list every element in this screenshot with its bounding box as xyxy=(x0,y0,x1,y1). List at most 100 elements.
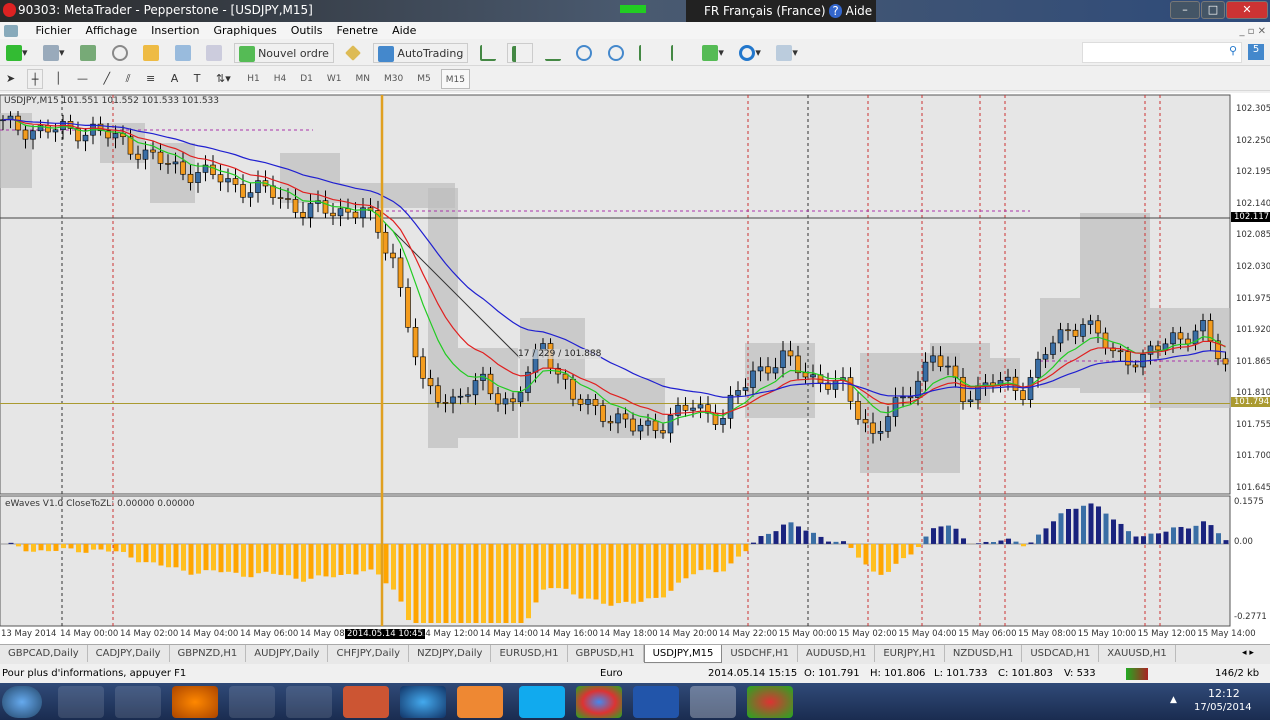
chart-tab-active[interactable]: USDJPY,M15 xyxy=(643,645,723,663)
label-button[interactable]: T xyxy=(190,69,205,89)
taskbar-player[interactable] xyxy=(457,686,503,718)
taskbar-media[interactable] xyxy=(286,686,332,718)
taskbar-app[interactable] xyxy=(115,686,161,718)
timeframe-d1[interactable]: D1 xyxy=(296,69,317,89)
taskbar-powerpoint[interactable] xyxy=(343,686,389,718)
menu-fichier[interactable]: Fichier xyxy=(36,24,72,37)
status-volume: V: 533 xyxy=(1064,668,1096,679)
chart-tab[interactable]: NZDUSD,H1 xyxy=(945,645,1023,662)
indicator-bar xyxy=(1073,508,1079,544)
chart-tab[interactable]: AUDUSD,H1 xyxy=(798,645,876,662)
taskbar-ie[interactable] xyxy=(400,686,446,718)
indicator-bar xyxy=(421,543,426,623)
taskbar-firefox[interactable] xyxy=(172,686,218,718)
new-order-button[interactable]: Nouvel ordre xyxy=(233,43,334,63)
chart-window[interactable]: USDJPY,M15 101.551 101.552 101.533 101.5… xyxy=(0,93,1270,644)
taskbar-metatrader[interactable] xyxy=(690,686,736,718)
candle-chart-button[interactable] xyxy=(507,43,534,63)
indicator-bar xyxy=(353,543,359,575)
timeframe-mn[interactable]: MN xyxy=(352,69,375,89)
candle xyxy=(637,424,644,432)
data-window-button[interactable] xyxy=(108,43,132,63)
zoom-out-button[interactable] xyxy=(604,43,628,63)
chart-shift-button[interactable] xyxy=(667,43,691,63)
chat-icon[interactable]: 5 xyxy=(1248,44,1264,60)
cursor-button[interactable]: ➤ xyxy=(2,69,19,89)
taskbar-chrome-2[interactable] xyxy=(747,686,793,718)
chart-tab[interactable]: XAUUSD,H1 xyxy=(1099,645,1176,662)
minimize-button[interactable]: – xyxy=(1170,1,1200,19)
price-chart[interactable] xyxy=(0,93,1270,644)
timeframe-h1[interactable]: H1 xyxy=(243,69,264,89)
profiles-button[interactable]: ▾ xyxy=(39,43,69,63)
chart-tab[interactable]: GBPNZD,H1 xyxy=(170,645,247,662)
text-button[interactable]: A xyxy=(167,69,183,89)
terminal-button[interactable] xyxy=(171,43,195,63)
status-datetime: 2014.05.14 15:15 xyxy=(708,668,798,679)
start-button[interactable] xyxy=(2,686,42,718)
timeframe-m15-active[interactable]: M15 xyxy=(440,69,470,89)
taskbar-explorer[interactable] xyxy=(58,686,104,718)
candle xyxy=(412,327,419,358)
chart-tab[interactable]: NZDJPY,Daily xyxy=(409,645,492,662)
chart-tab[interactable]: USDCHF,H1 xyxy=(722,645,799,662)
candle xyxy=(210,164,216,175)
title-bar: 90303: MetaTrader - Pepperstone - [USDJP… xyxy=(0,0,1270,22)
arrows-button[interactable]: ⇅▾ xyxy=(212,69,235,89)
taskbar-word[interactable] xyxy=(633,686,679,718)
zoom-in-button[interactable] xyxy=(572,43,596,63)
menu-graphiques[interactable]: Graphiques xyxy=(213,24,276,37)
periods-button[interactable]: ▾ xyxy=(735,43,765,63)
taskbar-skype[interactable] xyxy=(519,686,565,718)
crosshair-button[interactable]: ┼ xyxy=(26,69,44,89)
menu-affichage[interactable]: Affichage xyxy=(85,24,137,37)
trendline-button[interactable]: ╱ xyxy=(99,69,114,89)
tester-button[interactable] xyxy=(202,43,226,63)
chart-tab[interactable]: CADJPY,Daily xyxy=(88,645,170,662)
tray-arrow-icon[interactable]: ▲ xyxy=(1170,695,1177,705)
timeframe-m30[interactable]: M30 xyxy=(380,69,407,89)
chart-tab[interactable]: USDCAD,H1 xyxy=(1022,645,1100,662)
indicator-bar xyxy=(863,543,869,565)
menu-insertion[interactable]: Insertion xyxy=(151,24,199,37)
indicator-bar xyxy=(428,543,434,623)
indicator-bar xyxy=(1193,525,1199,544)
autoscroll-button[interactable] xyxy=(635,43,659,63)
menu-fenetre[interactable]: Fenetre xyxy=(336,24,378,37)
chart-tab[interactable]: GBPCAD,Daily xyxy=(0,645,88,662)
chart-tab[interactable]: EURUSD,H1 xyxy=(491,645,568,662)
mdi-window-controls[interactable]: _ ▫ ✕ xyxy=(1239,23,1266,40)
tab-scroll-arrows[interactable]: ◂ ▸ xyxy=(1242,648,1254,658)
taskbar-chrome[interactable] xyxy=(576,686,622,718)
language-bar[interactable]: FR Français (France) ? Aide xyxy=(686,0,876,22)
time-tick: 14 May 18:00 xyxy=(599,629,658,639)
timeframe-w1[interactable]: W1 xyxy=(323,69,346,89)
bar-chart-button[interactable] xyxy=(476,43,500,63)
indicator-bar xyxy=(128,543,134,558)
indicators-button[interactable]: ▾ xyxy=(698,43,728,63)
maximize-button[interactable]: □ xyxy=(1201,1,1225,19)
menu-outils[interactable]: Outils xyxy=(291,24,323,37)
horizontal-line-button[interactable]: — xyxy=(73,69,92,89)
chart-tab[interactable]: AUDJPY,Daily xyxy=(246,645,329,662)
chart-tab[interactable]: CHFJPY,Daily xyxy=(328,645,410,662)
search-input[interactable]: ⚲ xyxy=(1082,42,1242,63)
candle xyxy=(1170,332,1176,345)
chart-tab[interactable]: GBPUSD,H1 xyxy=(568,645,644,662)
metaeditor-button[interactable] xyxy=(341,43,365,63)
line-chart-button[interactable] xyxy=(541,43,565,63)
vertical-line-button[interactable]: │ xyxy=(51,69,66,89)
chart-tab[interactable]: EURJPY,H1 xyxy=(875,645,945,662)
market-watch-button[interactable] xyxy=(76,43,100,63)
fibo-button[interactable]: ≡ xyxy=(142,69,159,89)
new-chart-button[interactable]: ▾ xyxy=(2,43,32,63)
menu-aide[interactable]: Aide xyxy=(392,24,416,37)
taskbar-sync[interactable] xyxy=(229,686,275,718)
timeframe-h4[interactable]: H4 xyxy=(270,69,291,89)
autotrading-button[interactable]: AutoTrading xyxy=(372,43,469,63)
timeframe-m5[interactable]: M5 xyxy=(413,69,435,89)
templates-button[interactable]: ▾ xyxy=(772,43,802,63)
navigator-button[interactable] xyxy=(139,43,163,63)
close-button[interactable]: ✕ xyxy=(1226,1,1268,19)
channel-button[interactable]: ⫽ xyxy=(122,69,135,89)
